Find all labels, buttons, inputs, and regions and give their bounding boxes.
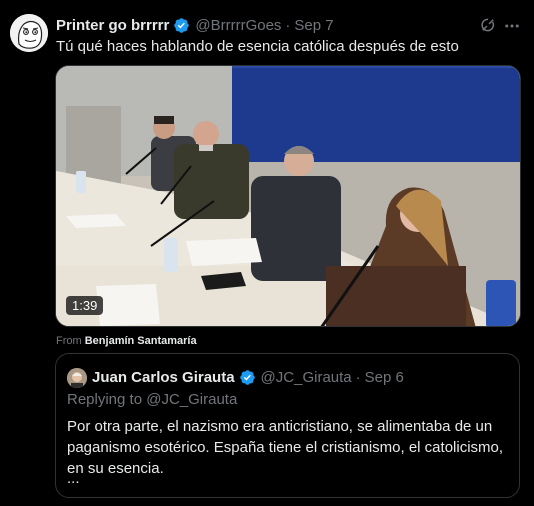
author-handle[interactable]: @BrrrrrGoes [195, 17, 281, 34]
more-icon[interactable] [503, 17, 521, 35]
media-source-line: From Benjamín Santamaría [56, 335, 197, 347]
quoted-tweet-text: Por otra parte, el nazismo era anticrist… [67, 418, 504, 477]
tweet-text: Tú qué haces hablando de esencia católic… [56, 38, 459, 55]
verified-badge-icon[interactable] [173, 17, 190, 34]
quoted-tweet-date[interactable]: Sep 6 [365, 369, 404, 386]
meme-face-avatar [10, 14, 48, 52]
verified-badge-icon[interactable] [239, 369, 256, 386]
quoted-author-avatar[interactable] [67, 368, 87, 388]
author-display-name[interactable]: Printer go brrrrr [56, 17, 169, 34]
quoted-tweet[interactable]: Juan Carlos Girauta @JC_Girauta · Sep 6 … [55, 353, 520, 498]
video-player[interactable]: 1:39 [55, 65, 521, 327]
media-source-link[interactable]: Benjamín Santamaría [85, 335, 197, 347]
quoted-author-display-name[interactable]: Juan Carlos Girauta [92, 369, 235, 386]
replying-to-line: Replying to @JC_Girauta [67, 391, 237, 408]
replying-prefix: Replying to [67, 391, 143, 408]
quoted-avatar-image [67, 368, 87, 388]
from-prefix: From [56, 335, 82, 347]
video-frame-image [56, 66, 520, 326]
replying-handle[interactable]: @JC_Girauta [146, 391, 237, 408]
quoted-tweet-header: Juan Carlos Girauta @JC_Girauta · Sep 6 [92, 369, 404, 386]
quoted-tweet-ellipsis: ... [67, 470, 80, 487]
author-avatar[interactable] [10, 14, 48, 52]
separator-dot: · [285, 16, 291, 34]
video-timestamp: 1:39 [66, 296, 104, 315]
tweet[interactable]: Printer go brrrrr @BrrrrrGoes · Sep 7 Tú… [0, 0, 534, 506]
tweet-date[interactable]: Sep 7 [294, 17, 333, 34]
tweet-header: Printer go brrrrr @BrrrrrGoes · Sep 7 [56, 15, 334, 35]
separator-dot: · [355, 369, 361, 386]
quoted-author-handle[interactable]: @JC_Girauta [261, 369, 352, 386]
grok-icon[interactable] [479, 16, 497, 34]
